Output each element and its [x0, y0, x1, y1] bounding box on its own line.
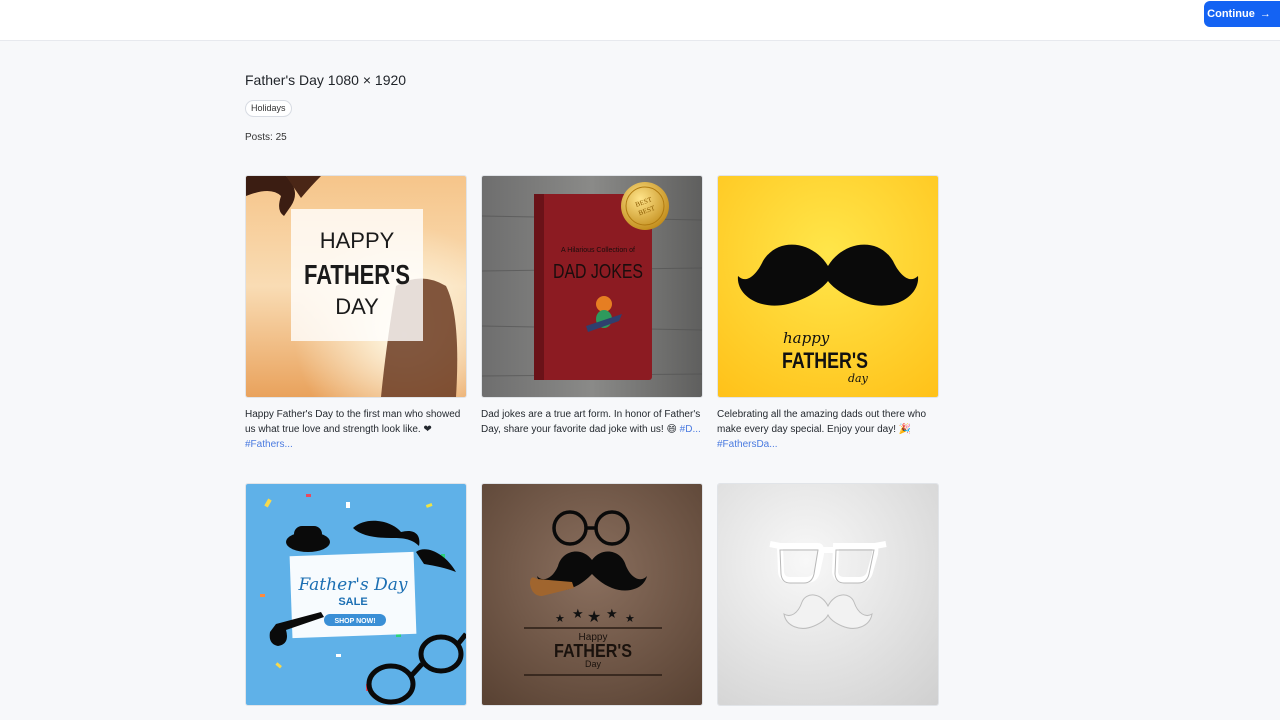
svg-text:★: ★	[606, 606, 618, 621]
post-card[interactable]: HAPPY FATHER'S DAY Happy Father's Day to…	[245, 175, 467, 452]
posts-count: Posts: 25	[245, 132, 287, 143]
hashtag-link[interactable]: #FathersDa...	[717, 439, 778, 450]
post-caption: Celebrating all the amazing dads out the…	[717, 409, 927, 450]
page-title: Father's Day 1080 × 1920	[245, 72, 407, 88]
image-line: Day	[585, 659, 602, 669]
svg-text:★: ★	[572, 606, 584, 621]
continue-label: Continue	[1207, 8, 1255, 20]
image-line: DAD JOKES	[553, 261, 643, 283]
image-line: day	[848, 372, 869, 385]
post-image[interactable]	[717, 483, 939, 706]
post-caption: Happy Father's Day to the first man who …	[245, 409, 461, 450]
image-line: SALE	[338, 596, 367, 608]
image-line: FATHER'S	[782, 348, 868, 373]
post-caption: Dad jokes are a true art form. In honor …	[481, 409, 701, 435]
post-image[interactable]: HAPPY FATHER'S DAY	[245, 175, 467, 398]
post-card[interactable]: happy FATHER'S day Celebrating all the a…	[717, 175, 939, 452]
continue-button[interactable]: Continue →	[1204, 1, 1280, 27]
category-tag[interactable]: Holidays	[245, 100, 292, 117]
image-line: Father's Day	[298, 575, 408, 595]
svg-text:★: ★	[587, 609, 601, 626]
post-card[interactable]: Father's Day SALE SHOP NOW!	[245, 483, 467, 706]
post-image[interactable]: Father's Day SALE SHOP NOW!	[245, 483, 467, 706]
post-image[interactable]: A Hilarious Collection of DAD JOKES BEST…	[481, 175, 703, 398]
top-bar: Continue →	[0, 0, 1280, 41]
image-line: DAY	[335, 294, 379, 319]
post-card[interactable]	[717, 483, 939, 706]
svg-text:★: ★	[555, 613, 565, 625]
post-card[interactable]: A Hilarious Collection of DAD JOKES BEST…	[481, 175, 703, 437]
image-line: HAPPY	[320, 228, 395, 253]
hashtag-link[interactable]: #Fathers...	[245, 439, 293, 450]
image-line: FATHER'S	[554, 641, 632, 661]
image-line: A Hilarious Collection of	[561, 247, 635, 254]
shop-now-label: SHOP NOW!	[334, 618, 375, 625]
image-line: happy	[783, 329, 830, 347]
post-image[interactable]: happy FATHER'S day	[717, 175, 939, 398]
arrow-right-icon: →	[1259, 7, 1271, 20]
image-line: FATHER'S	[304, 259, 410, 290]
svg-text:★: ★	[625, 613, 635, 625]
hashtag-link[interactable]: #D...	[680, 424, 701, 435]
post-card[interactable]: ★ ★ ★ ★ ★ Happy FATHER'S Day	[481, 483, 703, 706]
post-image[interactable]: ★ ★ ★ ★ ★ Happy FATHER'S Day	[481, 483, 703, 706]
